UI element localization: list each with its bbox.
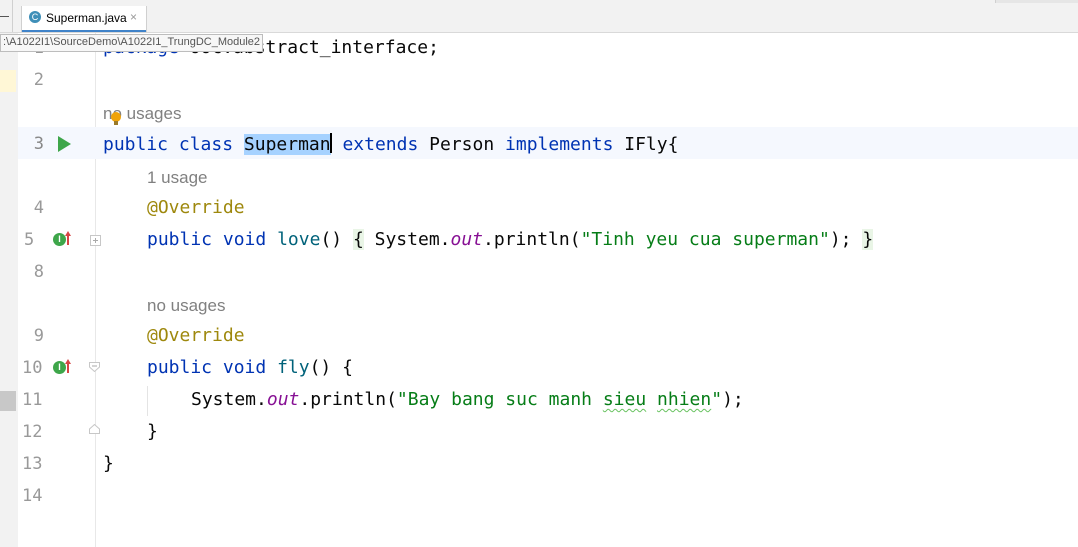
line-number[interactable]: 10 [22,358,48,378]
line-number[interactable]: 13 [22,454,48,474]
typo-word: nhien [657,389,712,410]
fold-end-icon[interactable] [89,424,100,434]
string-literal: "Bay bang suc manh sieu nhien" [397,389,722,410]
statement-end: ); [829,229,863,250]
tab-bar-right-area [995,0,1078,3]
code-line-4[interactable]: @Override [147,197,245,218]
file-path-tooltip: :\A1022I1\SourceDemo\A1022I1_TrungDC_Mod… [0,34,264,52]
keyword: public [147,357,213,378]
line-number[interactable]: 3 [18,134,44,154]
parens: () [320,229,353,250]
selected-class-name: Superman [243,134,331,155]
collapse-icon[interactable] [0,10,10,20]
arrow-up-icon[interactable] [64,358,72,374]
field-ref: out [266,389,300,410]
gutter-marker-strip [0,33,18,547]
tab-label: Superman.java [46,11,127,25]
tab-superman-java[interactable]: C Superman.java × [21,6,147,32]
active-tab-indicator [22,30,146,32]
code-line-9[interactable]: @Override [147,325,245,346]
string-literal: "Tinh yeu cua superman" [580,229,830,250]
keyword: public [147,229,213,250]
keyword: void [222,229,267,250]
keyword: implements [505,134,614,155]
method-name: fly [277,357,310,378]
string-part [646,389,657,410]
line-number[interactable]: 9 [18,326,44,346]
parent-class: Person [429,134,495,155]
statement-end: ); [722,389,744,410]
class-ref: System. [191,389,267,410]
line-number[interactable]: 8 [18,262,44,282]
string-part: " [711,389,723,410]
interface-name: IFly{ [624,134,679,155]
keyword: void [222,357,267,378]
gutter-change-marker [0,70,16,92]
string-part: "Bay bang suc manh [396,389,603,410]
gutter-current-marker [0,391,16,411]
folded-brace: } [862,229,874,250]
line-number[interactable]: 14 [22,486,48,506]
arrow-up-icon[interactable] [64,230,72,246]
code-line-10[interactable]: public void fly() { [147,357,353,378]
class-ref: System. [363,229,451,250]
line-number[interactable]: 12 [22,422,48,442]
typo-word: sieu [602,389,647,410]
divider [12,0,13,32]
indent-guide [147,386,148,416]
fold-collapse-icon[interactable] [89,362,100,372]
keyword: public [103,134,169,155]
gutter-border [95,33,96,547]
text-caret [329,133,332,153]
method-name: love [277,229,321,250]
close-icon[interactable]: × [130,10,137,24]
code-line-5[interactable]: public void love() { System.out.println(… [147,229,874,250]
code-line-3[interactable]: public class Superman extends Person imp… [103,133,678,155]
lightbulb-icon[interactable] [111,112,121,125]
line-number[interactable]: 5 [24,230,51,250]
line-number[interactable]: 2 [18,70,44,90]
field-ref: out [450,229,484,250]
line-number[interactable]: 11 [22,390,48,410]
editor-tab-bar: C Superman.java × [0,0,1078,33]
line-number[interactable]: 4 [18,198,44,218]
fold-expand-icon[interactable] [90,235,101,246]
usages-hint[interactable]: no usages [147,296,225,316]
folded-brace: { [352,229,364,250]
method-call: .println( [299,389,397,410]
keyword: extends [342,134,419,155]
method-signature: () { [309,357,353,378]
run-icon[interactable] [58,136,71,152]
usages-hint[interactable]: 1 usage [147,168,208,188]
method-call: .println( [483,229,581,250]
code-line-13[interactable]: } [103,453,114,474]
keyword: class [178,134,234,155]
code-line-12[interactable]: } [147,421,158,442]
code-line-11[interactable]: System.out.println("Bay bang suc manh si… [191,389,744,410]
java-class-icon: C [29,11,41,23]
